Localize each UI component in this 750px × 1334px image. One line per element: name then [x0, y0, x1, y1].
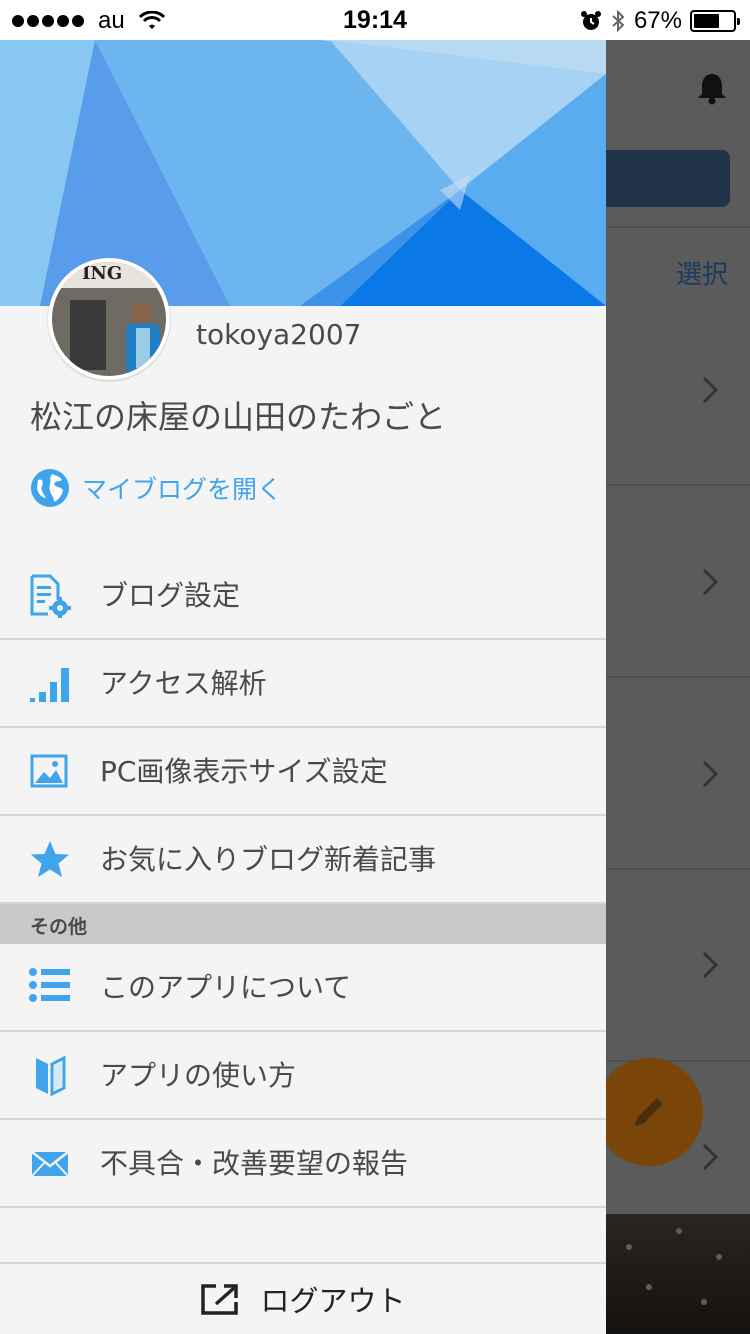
open-my-blog-label: マイブログを開く [82, 475, 283, 504]
menu-item-label: ブログ設定 [100, 579, 241, 612]
menu-item-how-to-use[interactable]: アプリの使い方 [0, 1032, 606, 1120]
avatar-person [126, 302, 160, 374]
battery-fill [694, 14, 720, 28]
drawer-menu-other: このアプリについて アプリの使い方 不具合・改善要望の報告 [0, 944, 606, 1208]
menu-item-label: アクセス解析 [100, 667, 267, 700]
blog-title: 松江の床屋の山田のたわごと [30, 398, 447, 436]
navigation-drawer: ING tokoya2007 松江の床屋の山田のたわごと マイブログを開く ブロ… [0, 40, 606, 1334]
logout-icon [201, 1284, 239, 1315]
logout-bar: ログアウト [0, 1262, 606, 1334]
image-icon [30, 754, 68, 788]
divider [606, 484, 750, 486]
section-header-other: その他 [0, 904, 606, 944]
chevron-right-icon [702, 760, 719, 788]
star-icon [31, 841, 69, 877]
menu-item-bug-report[interactable]: 不具合・改善要望の報告 [0, 1120, 606, 1208]
compose-fab [595, 1058, 703, 1166]
pencil-icon [635, 1098, 663, 1126]
list-icon [29, 968, 70, 1002]
blog-settings-icon [30, 574, 71, 618]
chevron-right-icon [702, 568, 719, 596]
menu-item-label: 不具合・改善要望の報告 [100, 1147, 409, 1180]
background-photo [606, 1214, 750, 1334]
open-my-blog-link[interactable]: マイブログを開く [30, 468, 282, 508]
menu-item-access-analytics[interactable]: アクセス解析 [0, 640, 606, 728]
menu-item-label: お気に入りブログ新着記事 [100, 843, 437, 876]
avatar-door [70, 300, 106, 370]
battery-icon [690, 10, 740, 32]
logout-button[interactable]: ログアウト [0, 1278, 606, 1320]
menu-item-pc-image-size[interactable]: PC画像表示サイズ設定 [0, 728, 606, 816]
chevron-right-icon [702, 376, 719, 404]
divider [606, 226, 750, 228]
bar-chart-icon [30, 668, 69, 702]
alarm-icon [580, 11, 601, 30]
logout-label: ログアウト [260, 1284, 406, 1318]
bluetooth-icon [612, 9, 625, 33]
divider [606, 868, 750, 870]
divider [606, 676, 750, 678]
chevron-right-icon [702, 951, 719, 979]
menu-item-label: このアプリについて [100, 971, 352, 1004]
menu-item-label: PC画像表示サイズ設定 [100, 755, 388, 788]
username: tokoya2007 [196, 318, 362, 351]
bell-icon [698, 74, 726, 105]
beginner-mark-icon [36, 1055, 66, 1097]
battery-percent: 67% [633, 7, 682, 34]
mail-icon [31, 1151, 69, 1177]
avatar[interactable]: ING [48, 258, 170, 380]
globe-icon [31, 469, 69, 507]
chevron-right-icon [702, 1143, 719, 1171]
menu-item-blog-settings[interactable]: ブログ設定 [0, 552, 606, 640]
select-link: 選択 [675, 260, 728, 290]
menu-item-label: アプリの使い方 [100, 1059, 297, 1092]
status-bar: au 19:14 67% [0, 0, 750, 40]
drawer-menu: ブログ設定 アクセス解析 PC画像表示サイズ設定 お気に入りブログ新着記事 [0, 552, 606, 904]
menu-item-about-app[interactable]: このアプリについて [0, 944, 606, 1032]
menu-item-favorite-blogs[interactable]: お気に入りブログ新着記事 [0, 816, 606, 904]
avatar-shop-sign: ING [58, 262, 166, 288]
